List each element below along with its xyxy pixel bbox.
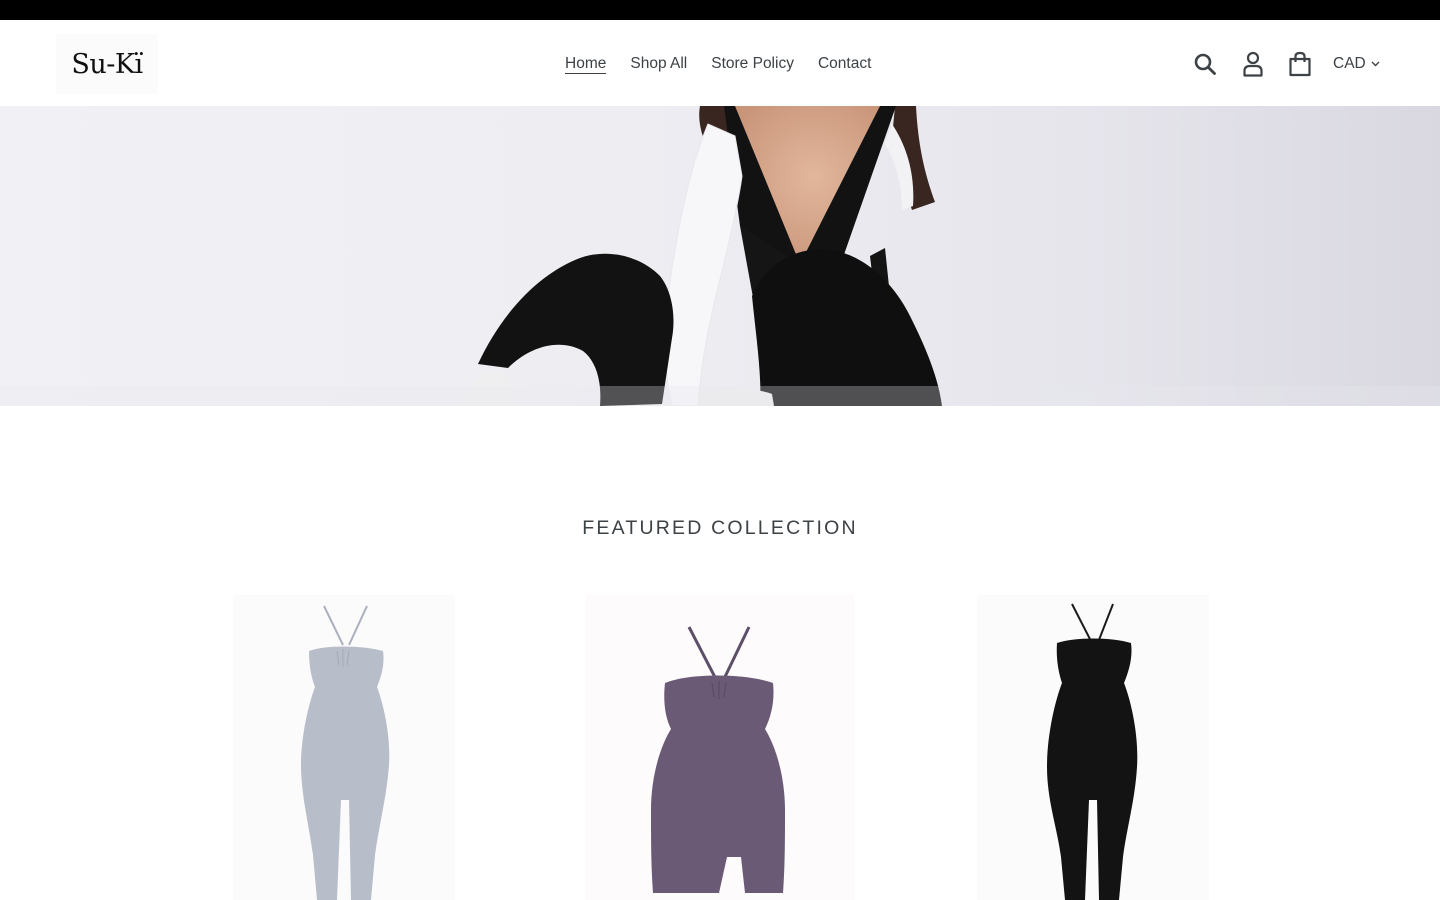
product-card[interactable]	[977, 595, 1209, 900]
store-logo[interactable]: Su-Kï	[56, 34, 158, 94]
product-image-light-gray	[301, 605, 390, 900]
currency-selector[interactable]: CAD	[1333, 55, 1380, 73]
account-button[interactable]	[1237, 48, 1269, 80]
product-image-black	[1047, 603, 1138, 900]
hero-image	[0, 106, 1440, 406]
product-card[interactable]	[233, 595, 455, 900]
store-logo-text: Su-Kï	[71, 48, 143, 80]
cart-icon	[1289, 51, 1311, 77]
account-icon	[1243, 51, 1263, 77]
announcement-bar	[0, 0, 1440, 20]
chevron-down-icon	[1371, 61, 1380, 67]
search-icon	[1194, 53, 1216, 75]
nav-item-home[interactable]: Home	[553, 53, 618, 75]
section-title: FEATURED COLLECTION	[582, 517, 858, 539]
search-button[interactable]	[1189, 48, 1221, 80]
product-card[interactable]	[585, 595, 855, 900]
hero-banner	[0, 106, 1440, 406]
main-nav: Home Shop All Store Policy Contact	[553, 53, 883, 75]
nav-item-shop-all[interactable]: Shop All	[618, 53, 699, 75]
site-header: Su-Kï Home Shop All Store Policy Contact	[0, 20, 1440, 106]
nav-item-store-policy[interactable]: Store Policy	[699, 53, 806, 75]
nav-item-contact[interactable]: Contact	[806, 53, 883, 75]
product-image-purple	[651, 626, 785, 893]
currency-value: CAD	[1333, 55, 1366, 72]
cart-button[interactable]	[1284, 48, 1316, 80]
